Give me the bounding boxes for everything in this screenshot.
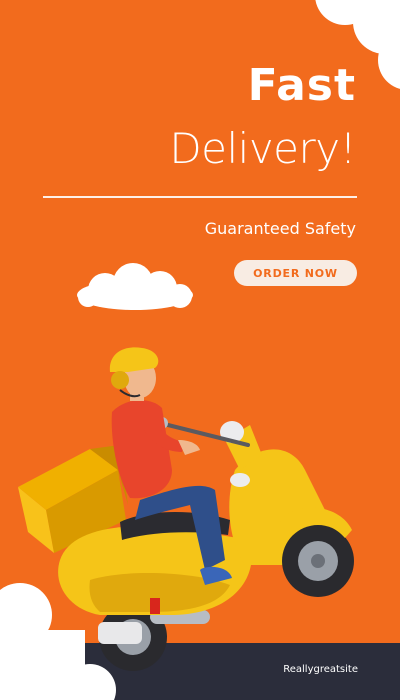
cloud-bottom-left: [0, 583, 116, 700]
delivery-poster: Fast Delivery! Guaranteed Safety ORDER N…: [0, 0, 400, 700]
website-label: Reallygreatsite: [283, 664, 358, 675]
